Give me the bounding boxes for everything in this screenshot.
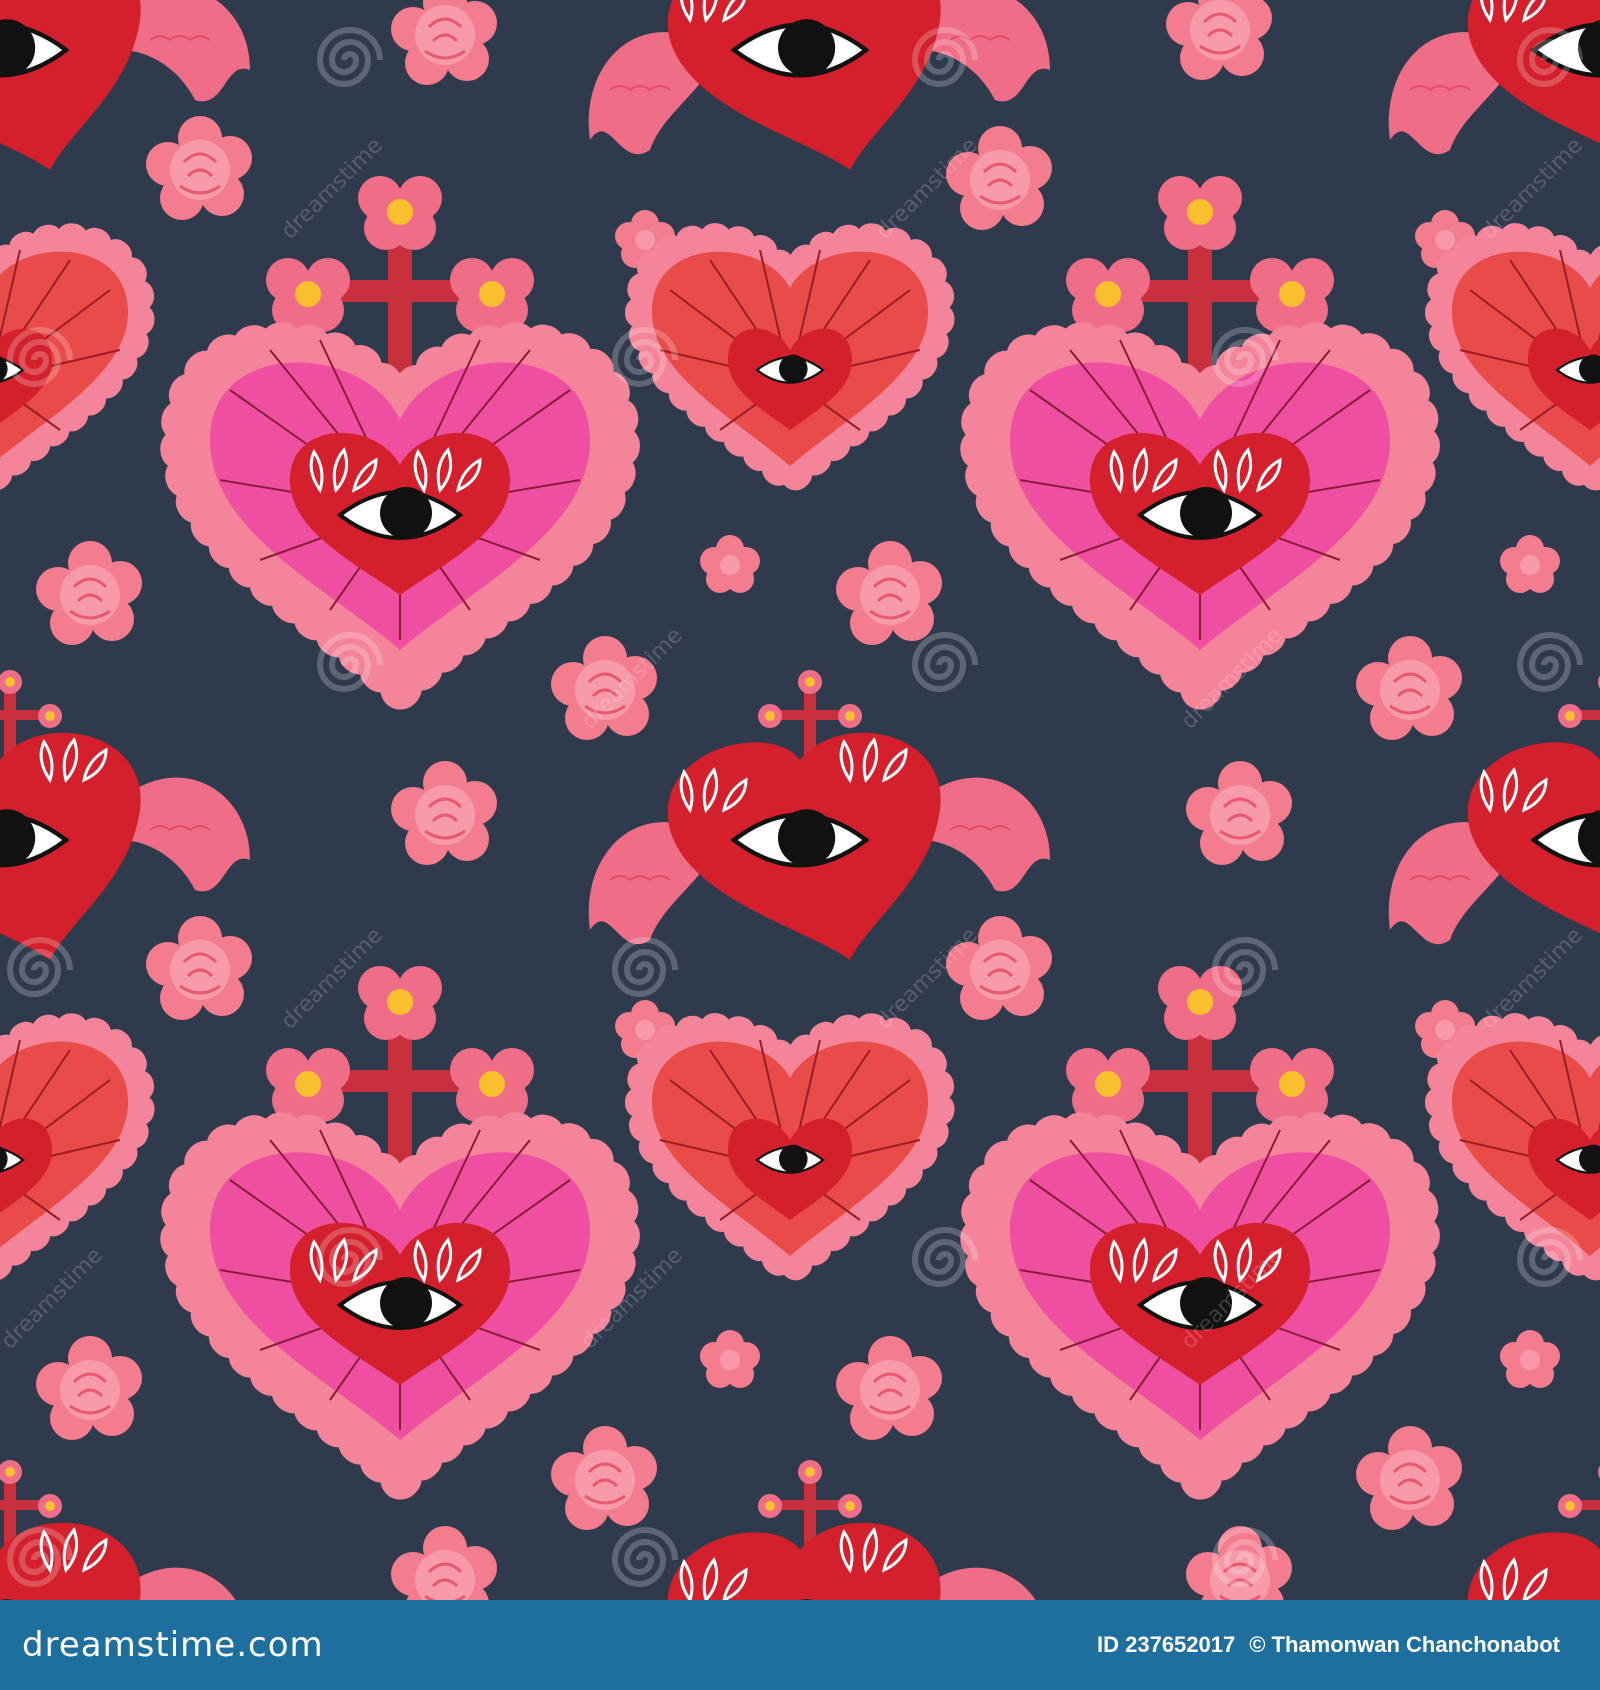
seamless-pattern-artwork: dreamstime dreamstime dreamstime dreamst… xyxy=(0,0,1600,1600)
brand-name[interactable]: dreamstime.com xyxy=(22,1625,324,1665)
image-id: ID 237652017 xyxy=(1097,1632,1236,1657)
stock-footer-bar: dreamstime.com ID 237652017 © Thamonwan … xyxy=(0,1600,1600,1690)
image-credit: ID 237652017 © Thamonwan Chanchonabot xyxy=(1097,1632,1560,1658)
author-credit: © Thamonwan Chanchonabot xyxy=(1249,1632,1560,1657)
